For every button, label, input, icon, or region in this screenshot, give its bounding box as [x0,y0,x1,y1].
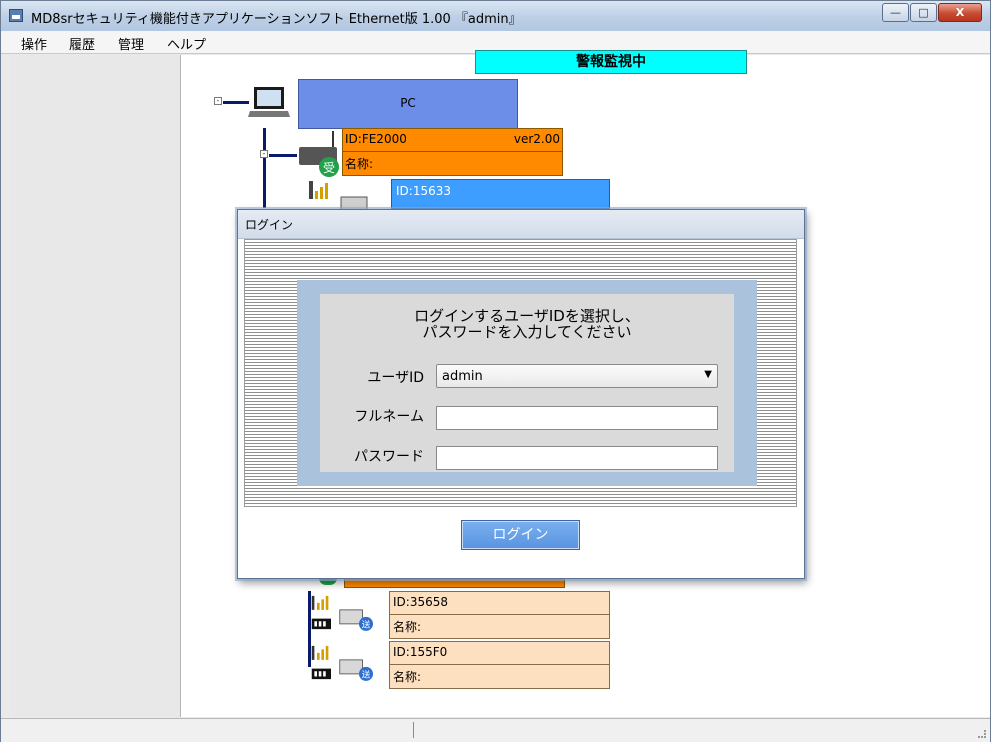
chevron-down-icon: ▼ [704,369,712,380]
resize-grip-icon[interactable] [978,730,986,738]
collapse-toggle[interactable]: - [260,150,268,158]
status-bar [1,718,990,742]
tree-connector [263,128,266,208]
maximize-button[interactable]: □ [910,3,937,22]
collapse-toggle[interactable]: - [214,97,222,105]
sender-badge: 送 [362,668,371,680]
sensor-icon: 送 [311,595,373,631]
app-icon [9,9,23,22]
fullname-field[interactable] [436,406,718,430]
userid-value: admin [442,369,483,384]
close-button[interactable]: X [938,3,982,22]
sensor-id: ID:35658 [393,595,448,609]
sensor-name: 名称: [393,670,422,684]
menu-help[interactable]: ヘルプ [167,34,206,53]
fullname-label: フルネーム [354,409,424,425]
title-bar[interactable]: MD8srセキュリティ機能付きアプリケーションソフト Ethernet版 1.0… [1,1,990,32]
sensor-node-35658[interactable]: ID:35658 名称: [389,591,610,639]
userid-label: ユーザID [367,370,424,386]
minimize-button[interactable]: — [882,3,909,22]
login-instructions: ログインするユーザIDを選択し、 パスワードを入力してください [320,308,734,340]
receiver-id: ID:FE2000 [345,132,407,146]
menu-operation[interactable]: 操作 [21,34,47,53]
laptop-icon [248,87,290,117]
receiver-node[interactable]: ID:FE2000 ver2.00 名称: [342,128,563,176]
selected-sensor-id: ID:15633 [396,184,451,198]
dialog-title: ログイン [245,218,294,232]
menu-management[interactable]: 管理 [118,34,144,53]
main-window: MD8srセキュリティ機能付きアプリケーションソフト Ethernet版 1.0… [0,0,991,742]
form-panel: ログインするユーザIDを選択し、 パスワードを入力してください ユーザID ad… [320,294,734,472]
sensor-icon: 送 [311,645,373,681]
sensor-name: 名称: [393,620,422,634]
left-pane [11,55,181,717]
password-field[interactable] [436,446,718,470]
login-button[interactable]: ログイン [461,520,580,550]
dialog-button-area: ログイン [238,507,804,578]
status-separator [413,722,414,738]
instruction-line-1: ログインするユーザIDを選択し、 [414,307,640,325]
login-dialog: ログイン ログインするユーザIDを選択し、 パスワードを入力してください ユーザ… [237,209,805,579]
sender-badge: 送 [362,618,371,630]
userid-select[interactable]: admin ▼ [436,364,718,388]
dialog-body: ログインするユーザIDを選択し、 パスワードを入力してください ユーザID ad… [244,239,797,507]
tree-connector [269,154,297,157]
receiver-version: ver2.00 [513,132,560,146]
dialog-title-bar[interactable]: ログイン [238,210,804,239]
window-controls: — □ X [881,3,982,22]
pc-node[interactable]: PC [298,79,518,129]
alarm-status-banner: 警報監視中 [475,50,747,74]
selected-sensor-node[interactable]: ID:15633 [391,179,610,209]
window-title: MD8srセキュリティ機能付きアプリケーションソフト Ethernet版 1.0… [31,12,522,27]
receiver-badge: 受 [323,161,335,175]
form-frame: ログインするユーザIDを選択し、 パスワードを入力してください ユーザID ad… [297,280,757,486]
sensor-node-155f0[interactable]: ID:155F0 名称: [389,641,610,689]
password-label: パスワード [354,449,424,465]
instruction-line-2: パスワードを入力してください [422,323,632,341]
menu-history[interactable]: 履歴 [69,34,95,53]
sensor-id: ID:155F0 [393,645,448,659]
receiver-name: 名称: [345,157,374,171]
tree-connector [223,101,249,104]
